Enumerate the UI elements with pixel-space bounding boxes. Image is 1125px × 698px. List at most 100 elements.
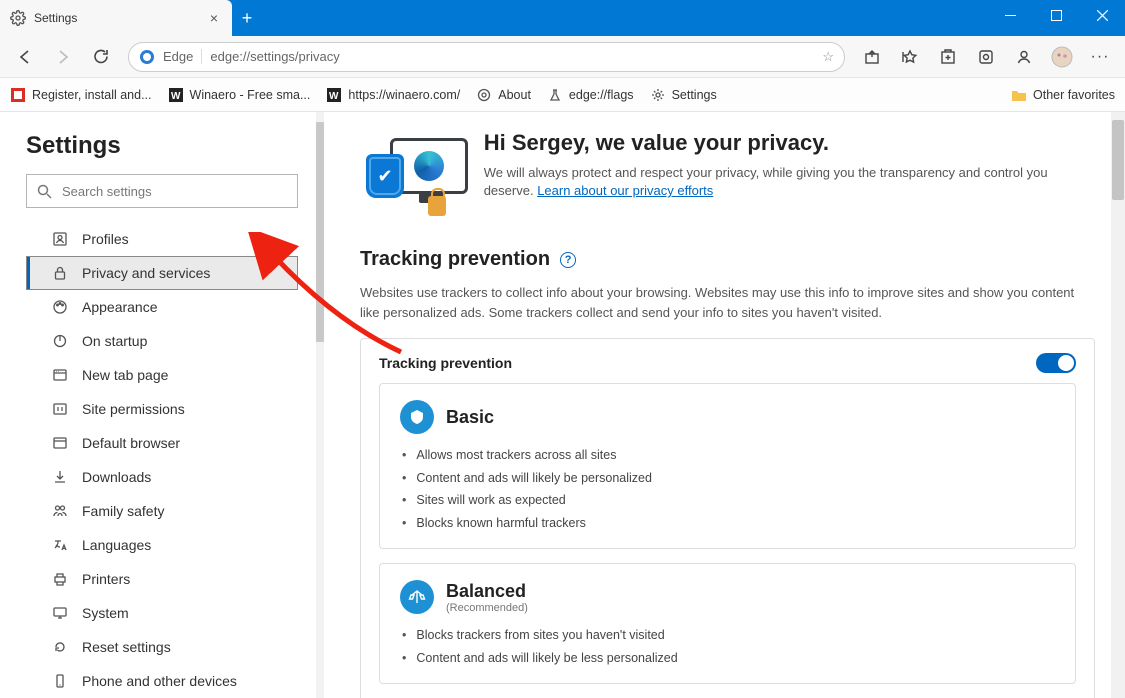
main-scrollbar[interactable] xyxy=(1111,112,1125,698)
content-area: Settings Search settings Profiles Privac… xyxy=(0,112,1125,698)
sidebar-item-label: Downloads xyxy=(82,469,151,485)
addr-label: Edge xyxy=(163,49,202,64)
bullet: Blocks trackers from sites you haven't v… xyxy=(402,624,1055,647)
settings-sidebar: Settings Search settings Profiles Privac… xyxy=(0,112,330,698)
close-window-button[interactable] xyxy=(1079,0,1125,30)
minimize-button[interactable] xyxy=(987,0,1033,30)
sidebar-item-permissions[interactable]: Site permissions xyxy=(26,392,298,426)
level-title: Balanced xyxy=(446,581,528,602)
other-favorites[interactable]: Other favorites xyxy=(1011,87,1115,103)
share-button[interactable] xyxy=(855,41,889,73)
hero-link[interactable]: Learn about our privacy efforts xyxy=(537,183,713,198)
scrollbar-thumb[interactable] xyxy=(1112,120,1124,200)
bookmark-item[interactable]: WWinaero - Free sma... xyxy=(168,87,311,103)
bookmark-label: Settings xyxy=(672,88,717,102)
hero-body: We will always protect and respect your … xyxy=(484,164,1095,200)
tab-title: Settings xyxy=(34,11,198,25)
edge-logo-icon xyxy=(139,49,155,65)
sidebar-item-startup[interactable]: On startup xyxy=(26,324,298,358)
sidebar-item-label: System xyxy=(82,605,129,621)
bookmark-item[interactable]: edge://flags xyxy=(547,87,634,103)
avatar-button[interactable] xyxy=(1045,41,1079,73)
help-icon[interactable]: ? xyxy=(560,252,576,268)
bookmark-label: Winaero - Free sma... xyxy=(190,88,311,102)
bookmark-item[interactable]: Settings xyxy=(650,87,717,103)
section-title: Tracking prevention ? xyxy=(360,248,1095,271)
bullet: Blocks known harmful trackers xyxy=(402,512,1055,535)
tracking-level-basic[interactable]: Basic Allows most trackers across all si… xyxy=(379,383,1076,549)
scrollbar-thumb[interactable] xyxy=(316,122,324,342)
sidebar-item-printers[interactable]: Printers xyxy=(26,562,298,596)
main-panel: ✔ Hi Sergey, we value your privacy. We w… xyxy=(330,112,1125,698)
favorites-button[interactable] xyxy=(893,41,927,73)
sidebar-item-label: Privacy and services xyxy=(82,265,210,281)
bookmark-label: https://winaero.com/ xyxy=(348,88,460,102)
basic-level-icon xyxy=(400,400,434,434)
back-button[interactable] xyxy=(8,41,42,73)
browser-tab[interactable]: Settings × xyxy=(0,0,232,36)
bookmark-item[interactable]: Whttps://winaero.com/ xyxy=(326,87,460,103)
sidebar-item-languages[interactable]: Languages xyxy=(26,528,298,562)
sidebar-nav: Profiles Privacy and services Appearance… xyxy=(26,222,298,698)
lock-icon xyxy=(51,265,68,282)
level-bullets: Blocks trackers from sites you haven't v… xyxy=(400,624,1055,669)
forward-button[interactable] xyxy=(46,41,80,73)
sidebar-item-label: Phone and other devices xyxy=(82,673,237,689)
profile-button[interactable] xyxy=(1007,41,1041,73)
sidebar-item-downloads[interactable]: Downloads xyxy=(26,460,298,494)
sidebar-item-reset[interactable]: Reset settings xyxy=(26,630,298,664)
sidebar-item-phone[interactable]: Phone and other devices xyxy=(26,664,298,698)
system-icon xyxy=(51,605,68,622)
sidebar-item-family[interactable]: Family safety xyxy=(26,494,298,528)
window-controls xyxy=(987,0,1125,30)
sidebar-item-newtab[interactable]: New tab page xyxy=(26,358,298,392)
sidebar-scrollbar[interactable] xyxy=(316,112,324,698)
window-titlebar: Settings × + xyxy=(0,0,1125,36)
menu-button[interactable]: ··· xyxy=(1083,41,1117,73)
sidebar-item-label: Site permissions xyxy=(82,401,185,417)
sidebar-item-label: On startup xyxy=(82,333,147,349)
bookmark-label: edge://flags xyxy=(569,88,634,102)
bookmark-item[interactable]: Register, install and... xyxy=(10,87,152,103)
sidebar-item-privacy[interactable]: Privacy and services xyxy=(26,256,298,290)
tracking-toggle[interactable] xyxy=(1036,353,1076,373)
bullet: Allows most trackers across all sites xyxy=(402,444,1055,467)
favicon-icon xyxy=(10,87,26,103)
level-title: Basic xyxy=(446,407,494,428)
printer-icon xyxy=(51,571,68,588)
browser-icon xyxy=(51,435,68,452)
gear-icon xyxy=(476,87,492,103)
svg-text:W: W xyxy=(329,91,339,102)
maximize-button[interactable] xyxy=(1033,0,1079,30)
level-subtitle: (Recommended) xyxy=(446,602,528,614)
sidebar-item-default[interactable]: Default browser xyxy=(26,426,298,460)
refresh-button[interactable] xyxy=(84,41,118,73)
collections-button[interactable] xyxy=(931,41,965,73)
download-icon xyxy=(51,469,68,486)
sidebar-item-appearance[interactable]: Appearance xyxy=(26,290,298,324)
search-icon xyxy=(37,184,52,199)
gear-icon xyxy=(650,87,666,103)
address-bar[interactable]: Edge edge://settings/privacy ☆ xyxy=(128,42,845,72)
sidebar-item-profiles[interactable]: Profiles xyxy=(26,222,298,256)
bullet: Sites will work as expected xyxy=(402,489,1055,512)
bookmarks-bar: Register, install and... WWinaero - Free… xyxy=(0,78,1125,112)
hero-title: Hi Sergey, we value your privacy. xyxy=(484,130,1095,156)
tracking-toggle-card: Tracking prevention Basic Allows most tr… xyxy=(360,338,1095,698)
sidebar-item-label: Reset settings xyxy=(82,639,171,655)
close-icon[interactable]: × xyxy=(206,10,222,26)
extension-button[interactable] xyxy=(969,41,1003,73)
power-icon xyxy=(51,333,68,350)
tracking-level-balanced[interactable]: Balanced (Recommended) Blocks trackers f… xyxy=(379,563,1076,684)
addr-url: edge://settings/privacy xyxy=(210,49,814,64)
section-description: Websites use trackers to collect info ab… xyxy=(360,283,1095,322)
search-input[interactable]: Search settings xyxy=(26,174,298,208)
sidebar-item-label: Default browser xyxy=(82,435,180,451)
language-icon xyxy=(51,537,68,554)
search-placeholder: Search settings xyxy=(62,184,152,199)
new-tab-button[interactable]: + xyxy=(232,0,262,36)
bookmark-item[interactable]: About xyxy=(476,87,531,103)
favorite-star-icon[interactable]: ☆ xyxy=(822,49,834,65)
sidebar-item-system[interactable]: System xyxy=(26,596,298,630)
phone-icon xyxy=(51,673,68,690)
